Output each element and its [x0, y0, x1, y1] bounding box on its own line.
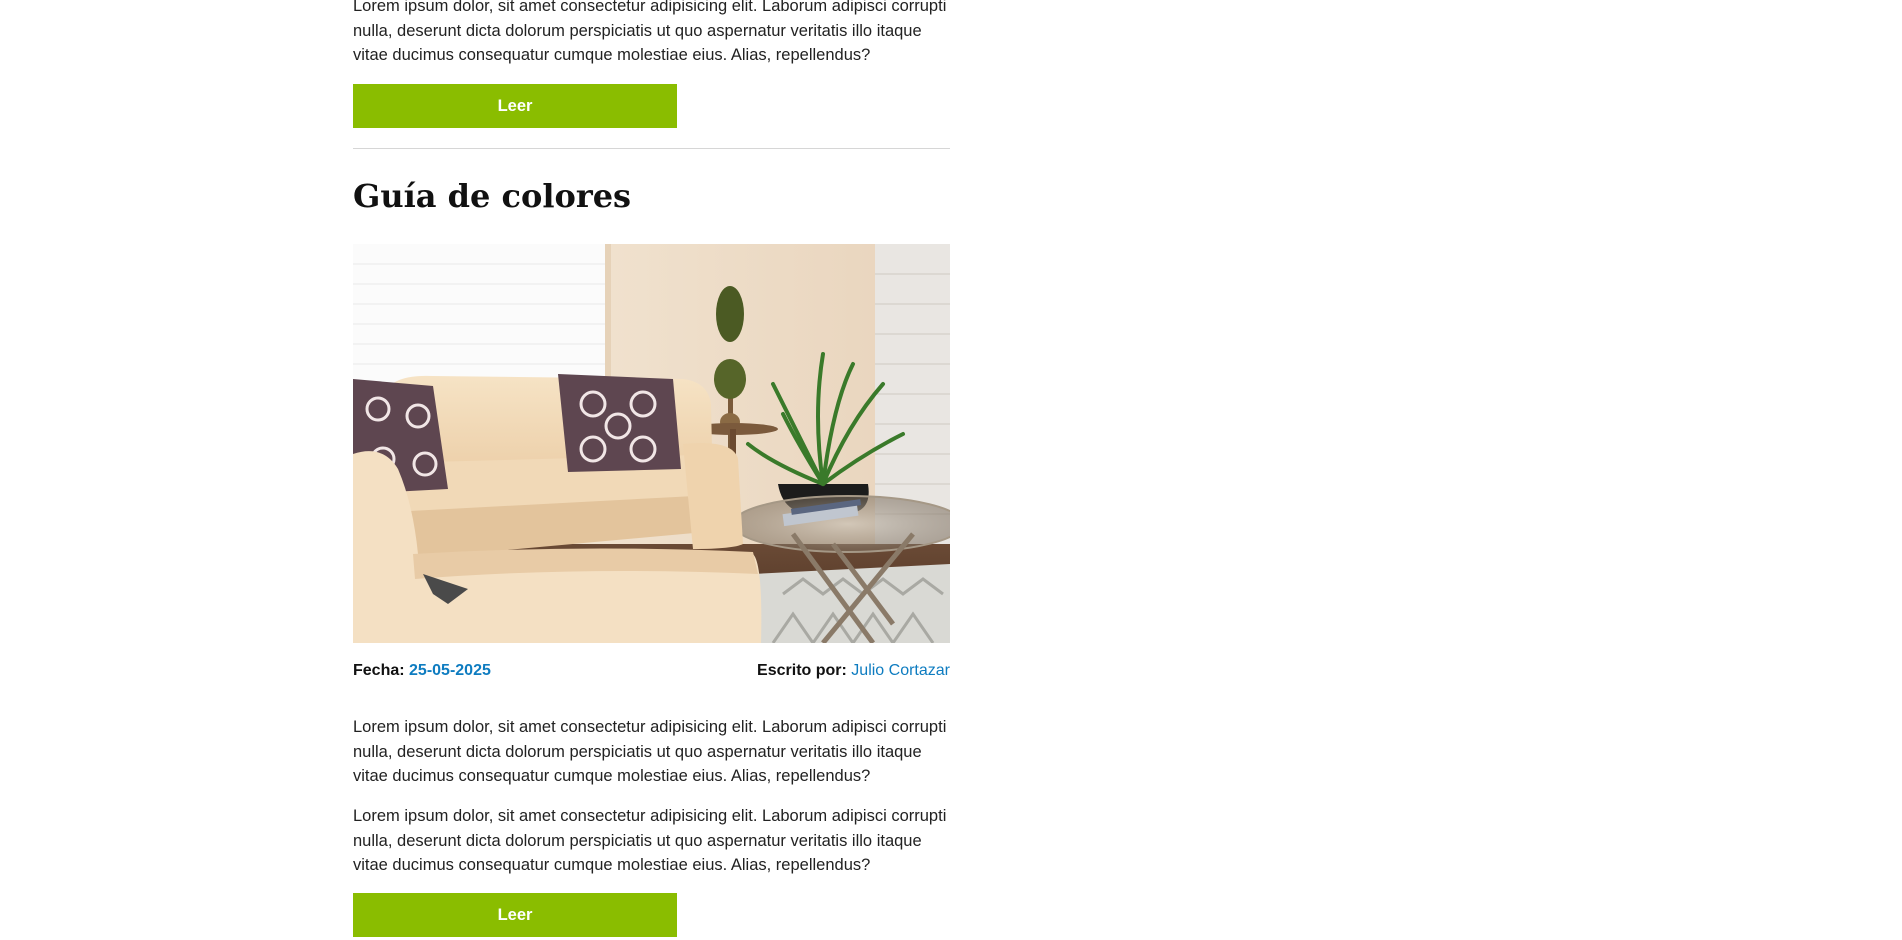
page: Lorem ipsum dolor, sit amet consectetur …: [0, 0, 1902, 940]
read-button-previous[interactable]: Leer: [353, 84, 677, 128]
post-date: Fecha: 25-05-2025: [353, 660, 491, 682]
previous-post-excerpt: Lorem ipsum dolor, sit amet consectetur …: [353, 0, 947, 64]
author-label: Escrito por:: [757, 662, 847, 679]
author-link[interactable]: Julio Cortazar: [851, 662, 950, 679]
post-meta: Fecha: 25-05-2025 Escrito por: Julio Cor…: [353, 660, 950, 682]
post-author: Escrito por: Julio Cortazar: [757, 660, 950, 682]
post-divider: [353, 148, 950, 149]
post-image: [353, 244, 950, 643]
read-button[interactable]: Leer: [353, 893, 677, 937]
living-room-photo: [353, 244, 950, 643]
post-title: Guía de colores: [353, 177, 632, 215]
date-label: Fecha:: [353, 662, 405, 679]
post-paragraph: Lorem ipsum dolor, sit amet consectetur …: [353, 718, 947, 785]
post-paragraph: Lorem ipsum dolor, sit amet consectetur …: [353, 807, 947, 874]
date-value: 25-05-2025: [409, 662, 491, 679]
